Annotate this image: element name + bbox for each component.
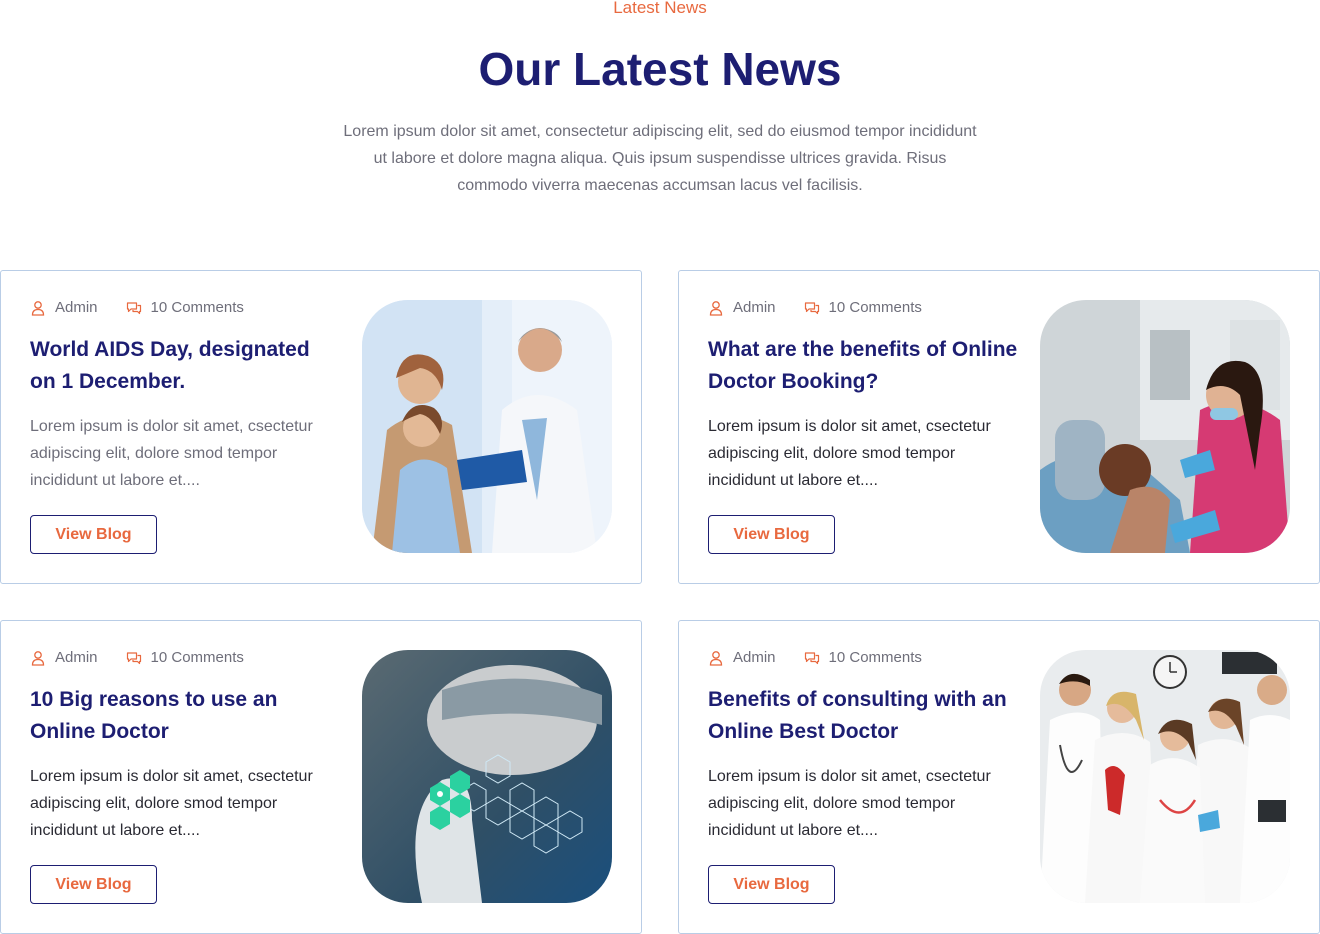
post-meta: Admin 10 Comments — [30, 298, 272, 318]
post-comments[interactable]: 10 Comments — [126, 298, 244, 318]
blog-card: Admin 10 Comments 10 Big reasons to use … — [0, 620, 642, 934]
blog-card: Admin 10 Comments World AIDS Day, design… — [0, 270, 642, 584]
blog-card: Admin 10 Comments What are the benefits … — [678, 270, 1320, 584]
post-author[interactable]: Admin — [708, 298, 776, 318]
post-image-digital-medicine[interactable] — [362, 650, 612, 903]
post-image-dentist[interactable] — [1040, 300, 1290, 553]
post-author[interactable]: Admin — [30, 298, 98, 318]
comments-count: 10 Comments — [150, 299, 244, 316]
user-icon — [31, 651, 45, 666]
author-name: Admin — [733, 299, 776, 316]
post-meta: Admin 10 Comments — [708, 648, 950, 668]
view-blog-button[interactable]: View Blog — [30, 515, 157, 554]
user-icon — [31, 301, 45, 316]
comments-icon — [126, 652, 141, 665]
post-comments[interactable]: 10 Comments — [804, 298, 922, 318]
blog-card: Admin 10 Comments Benefits of consulting… — [678, 620, 1320, 934]
view-blog-button[interactable]: View Blog — [708, 515, 835, 554]
post-image-medical-team[interactable] — [1040, 650, 1290, 903]
comments-count: 10 Comments — [150, 649, 244, 666]
doctor-family-photo — [362, 300, 612, 553]
post-excerpt: Lorem ipsum is dolor sit amet, csectetur… — [708, 768, 991, 839]
comments-count: 10 Comments — [828, 649, 922, 666]
post-meta: Admin 10 Comments — [708, 298, 950, 318]
user-icon — [709, 651, 723, 666]
comments-count: 10 Comments — [828, 299, 922, 316]
post-meta: Admin 10 Comments — [30, 648, 272, 668]
section-title: Our Latest News — [478, 43, 842, 95]
post-excerpt: Lorem ipsum is dolor sit amet, csectetur… — [30, 418, 313, 489]
post-author[interactable]: Admin — [30, 648, 98, 668]
author-name: Admin — [55, 299, 98, 316]
view-blog-button[interactable]: View Blog — [30, 865, 157, 904]
post-title[interactable]: What are the benefits of Online Doctor B… — [708, 334, 1018, 398]
user-icon — [709, 301, 723, 316]
author-name: Admin — [733, 649, 776, 666]
comments-icon — [804, 302, 819, 315]
post-image-doctor-family[interactable] — [362, 300, 612, 553]
dentist-photo — [1040, 300, 1290, 553]
author-name: Admin — [55, 649, 98, 666]
post-author[interactable]: Admin — [708, 648, 776, 668]
post-comments[interactable]: 10 Comments — [804, 648, 922, 668]
post-title[interactable]: 10 Big reasons to use an Online Doctor — [30, 684, 340, 748]
comments-icon — [126, 302, 141, 315]
comments-icon — [804, 652, 819, 665]
medical-team-photo — [1040, 650, 1290, 903]
digital-medicine-photo — [362, 650, 612, 903]
post-excerpt: Lorem ipsum is dolor sit amet, csectetur… — [708, 418, 991, 489]
post-excerpt: Lorem ipsum is dolor sit amet, csectetur… — [30, 768, 313, 839]
section-eyebrow: Latest News — [613, 0, 707, 17]
post-title[interactable]: World AIDS Day, designated on 1 December… — [30, 334, 340, 398]
view-blog-button[interactable]: View Blog — [708, 865, 835, 904]
post-title[interactable]: Benefits of consulting with an Online Be… — [708, 684, 1018, 748]
post-comments[interactable]: 10 Comments — [126, 648, 244, 668]
section-description: Lorem ipsum dolor sit amet, consectetur … — [343, 123, 977, 194]
